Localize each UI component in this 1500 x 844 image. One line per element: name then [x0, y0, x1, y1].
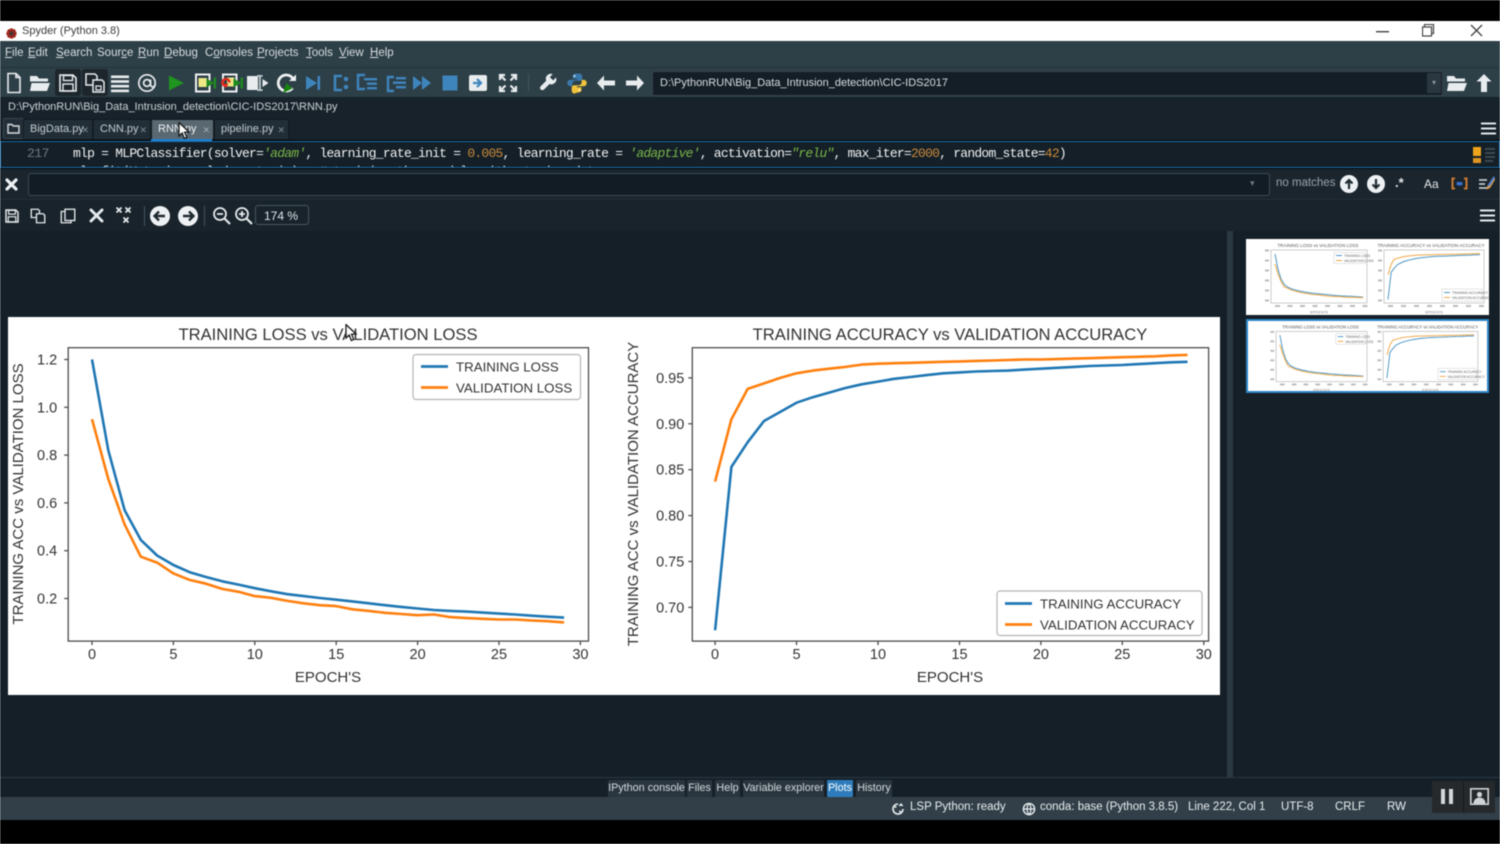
- svg-text:25: 25: [491, 647, 507, 663]
- svg-text:TRAINING ACC vs VALIDATION ACC: TRAINING ACC vs VALIDATION ACCURACY: [625, 342, 642, 647]
- svg-text:TRAINING LOSS vs VALIDATION LO: TRAINING LOSS vs VALIDATION LOSS: [1282, 325, 1359, 330]
- svg-text:0.2: 0.2: [37, 592, 57, 608]
- svg-text:VALIDATION LOSS: VALIDATION LOSS: [1344, 259, 1374, 263]
- svg-text:TRAINING ACCURACY: TRAINING ACCURACY: [1448, 370, 1483, 374]
- svg-text:0.90: 0.90: [656, 417, 684, 433]
- svg-text:25: 25: [1114, 647, 1130, 663]
- svg-text:0: 0: [711, 647, 719, 663]
- svg-text:15: 15: [951, 647, 967, 663]
- svg-text:1.2: 1.2: [37, 353, 57, 369]
- svg-text:VALIDATION LOSS: VALIDATION LOSS: [456, 381, 572, 396]
- svg-text:TRAINING ACCURACY vs VALIDATIO: TRAINING ACCURACY vs VALIDATION ACCURACY: [1377, 325, 1478, 330]
- svg-text:TRAINING ACCURACY: TRAINING ACCURACY: [1452, 291, 1489, 295]
- svg-text:TRAINING ACCURACY: TRAINING ACCURACY: [1040, 597, 1181, 612]
- svg-text:0.95: 0.95: [656, 371, 684, 387]
- svg-text:TRAINING LOSS vs VALIDATION LO: TRAINING LOSS vs VALIDATION LOSS: [1277, 243, 1358, 248]
- svg-text:0.80: 0.80: [656, 509, 684, 525]
- svg-text:EPOCH'S: EPOCH'S: [917, 669, 983, 686]
- svg-text:TRAINING ACC vs VALIDATION LOS: TRAINING ACC vs VALIDATION LOSS: [10, 363, 27, 624]
- svg-text:20: 20: [410, 647, 426, 663]
- svg-text:30: 30: [1196, 647, 1212, 663]
- svg-text:5: 5: [792, 647, 800, 663]
- svg-text:TRAINING ACCURACY vs VALIDATIO: TRAINING ACCURACY vs VALIDATION ACCURACY: [1377, 243, 1484, 248]
- svg-text:10: 10: [870, 647, 886, 663]
- svg-text:20: 20: [1033, 647, 1049, 663]
- svg-text:0.75: 0.75: [656, 555, 684, 571]
- svg-text:1.0: 1.0: [37, 400, 57, 416]
- svg-text:0.4: 0.4: [37, 544, 57, 560]
- svg-text:VALIDATION ACCURACY: VALIDATION ACCURACY: [1452, 296, 1489, 300]
- svg-text:VALIDATION LOSS: VALIDATION LOSS: [1345, 340, 1373, 344]
- svg-text:0.70: 0.70: [656, 600, 684, 616]
- svg-text:TRAINING ACCURACY vs VALIDATIO: TRAINING ACCURACY vs VALIDATION ACCURACY: [753, 325, 1148, 344]
- svg-text:10: 10: [247, 647, 263, 663]
- svg-text:EPOCH'S: EPOCH'S: [1422, 389, 1439, 393]
- svg-text:EPOCH'S: EPOCH'S: [1313, 389, 1330, 393]
- svg-text:TRAINING LOSS: TRAINING LOSS: [1344, 254, 1371, 258]
- svg-text:TRAINING LOSS: TRAINING LOSS: [456, 360, 559, 375]
- svg-text:EPOCH'S: EPOCH'S: [1310, 310, 1328, 315]
- svg-text:0: 0: [88, 647, 96, 663]
- svg-text:0.8: 0.8: [37, 448, 57, 464]
- svg-text:0.6: 0.6: [37, 496, 57, 512]
- svg-text:VALIDATION ACCURACY: VALIDATION ACCURACY: [1448, 375, 1486, 379]
- svg-text:EPOCH'S: EPOCH'S: [295, 669, 361, 686]
- svg-text:30: 30: [572, 647, 588, 663]
- svg-text:TRAINING LOSS: TRAINING LOSS: [1345, 335, 1370, 339]
- svg-text:TRAINING LOSS vs VALIDATION LO: TRAINING LOSS vs VALIDATION LOSS: [178, 325, 477, 344]
- svg-text:EPOCH'S: EPOCH'S: [1425, 310, 1443, 315]
- svg-text:0.85: 0.85: [656, 463, 684, 479]
- svg-text:15: 15: [328, 647, 344, 663]
- svg-text:VALIDATION ACCURACY: VALIDATION ACCURACY: [1040, 618, 1195, 633]
- svg-text:5: 5: [169, 647, 177, 663]
